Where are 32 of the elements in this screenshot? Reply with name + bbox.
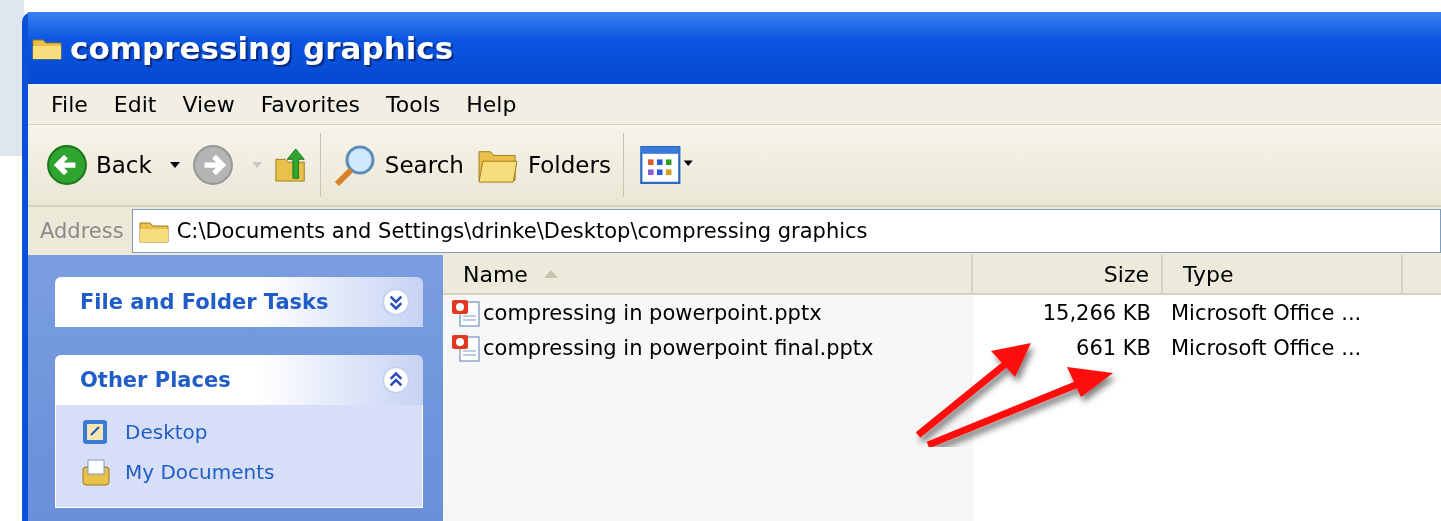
table-cell: 661 KB [1076, 335, 1151, 360]
address-label: Address [40, 219, 124, 243]
folder-icon [32, 36, 62, 60]
table-cell: Microsoft Office ... [1171, 335, 1362, 360]
table-cell: 15,266 KB [1042, 300, 1151, 325]
menu-item[interactable]: Edit [100, 91, 170, 117]
menu-item[interactable]: Favorites [247, 91, 374, 117]
column-header[interactable]: Type [1163, 255, 1403, 293]
back-button[interactable]: Back [40, 140, 186, 190]
menu-item[interactable]: View [169, 91, 248, 117]
documents-icon [81, 457, 111, 487]
menu-item[interactable]: Help [453, 91, 530, 117]
column-header[interactable]: Name [443, 255, 973, 293]
arrow-circle-icon [191, 144, 234, 186]
search-button[interactable]: Search [326, 139, 470, 191]
search-icon [332, 143, 377, 187]
folders-button[interactable]: Folders [469, 142, 617, 188]
folder-up-icon [273, 145, 308, 185]
table-cell: Microsoft Office ... [1171, 300, 1362, 325]
menu-item[interactable]: File [38, 91, 101, 117]
collapse-chevron-icon[interactable] [381, 365, 411, 395]
address-field[interactable]: C:\Documents and Settings\drinke\Desktop\compressing graphics [131, 209, 1441, 253]
section-header[interactable]: File and Folder Tasks [55, 277, 423, 327]
section-header[interactable]: Other Places [55, 355, 423, 405]
column-header[interactable]: Size [973, 255, 1163, 293]
place-link[interactable]: My Documents [125, 460, 275, 484]
menu-item[interactable]: Tools [373, 91, 454, 117]
folder-icon [138, 219, 169, 243]
place-link[interactable]: Desktop [125, 420, 208, 444]
expand-chevron-icon[interactable] [381, 287, 411, 317]
arrow-circle-icon [46, 144, 88, 186]
window-title: compressing graphics [70, 30, 454, 66]
